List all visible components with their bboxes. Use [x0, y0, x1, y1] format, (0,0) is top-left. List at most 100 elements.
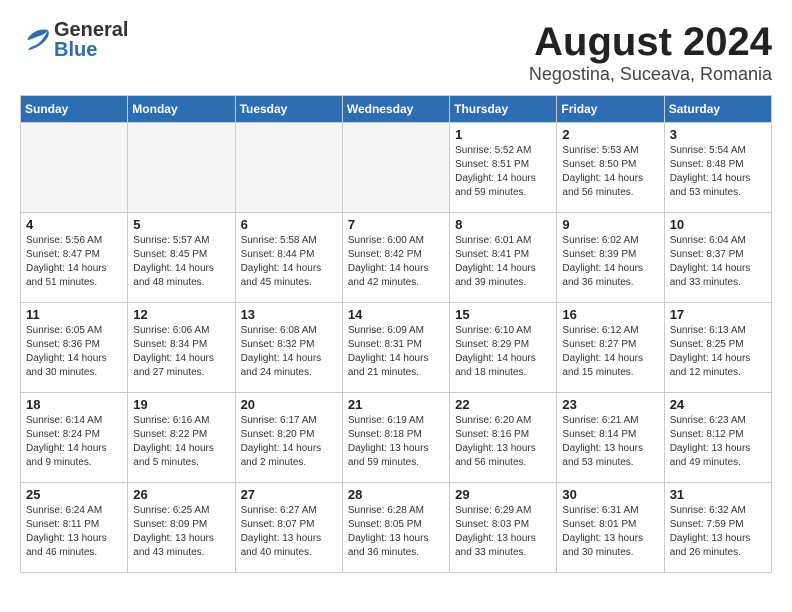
logo-blue: Blue: [54, 40, 128, 60]
calendar-cell: 17 Sunrise: 6:13 AMSunset: 8:25 PMDayligh…: [664, 303, 771, 393]
calendar-cell: 10 Sunrise: 6:04 AMSunset: 8:37 PMDayligh…: [664, 213, 771, 303]
weekday-header-tuesday: Tuesday: [235, 96, 342, 123]
day-info: Sunrise: 6:24 AMSunset: 8:11 PMDaylight:…: [26, 504, 122, 560]
calendar-cell: 19Sunrise: 6:16 AMSunset: 8:22 PMDayligh…: [128, 393, 235, 483]
calendar-cell: 30 Sunrise: 6:31 AMSunset: 8:01 PMDayligh…: [557, 483, 664, 573]
week-row-1: 1 Sunrise: 5:52 AMSunset: 8:51 PMDaylight…: [21, 123, 772, 213]
day-number: 21: [348, 397, 444, 412]
day-number: 31: [670, 487, 766, 502]
week-row-2: 4Sunrise: 5:56 AMSunset: 8:47 PMDaylight…: [21, 213, 772, 303]
day-number: 14: [348, 307, 444, 322]
day-info: Sunrise: 6:25 AMSunset: 8:09 PMDaylight:…: [133, 504, 229, 560]
day-number: 7: [348, 217, 444, 232]
day-number: 15: [455, 307, 551, 322]
day-number: 12: [133, 307, 229, 322]
weekday-header-friday: Friday: [557, 96, 664, 123]
day-info: Sunrise: 6:12 AMSunset: 8:27 PMDaylight:…: [562, 324, 658, 380]
day-number: 22: [455, 397, 551, 412]
day-number: 1: [455, 127, 551, 142]
day-number: 9: [562, 217, 658, 232]
day-info: Sunrise: 6:01 AMSunset: 8:41 PMDaylight:…: [455, 234, 551, 290]
day-info: Sunrise: 6:06 AMSunset: 8:34 PMDaylight:…: [133, 324, 229, 380]
calendar-cell: 5 Sunrise: 5:57 AMSunset: 8:45 PMDaylight…: [128, 213, 235, 303]
month-year-title: August 2024: [529, 20, 772, 64]
weekday-header-saturday: Saturday: [664, 96, 771, 123]
calendar-cell: 6Sunrise: 5:58 AMSunset: 8:44 PMDaylight…: [235, 213, 342, 303]
logo-bird-icon: [20, 28, 52, 52]
calendar-cell: 14 Sunrise: 6:09 AMSunset: 8:31 PMDayligh…: [342, 303, 449, 393]
weekday-header-thursday: Thursday: [450, 96, 557, 123]
calendar-cell: 31 Sunrise: 6:32 AMSunset: 7:59 PMDayligh…: [664, 483, 771, 573]
day-number: 10: [670, 217, 766, 232]
weekday-header-row: SundayMondayTuesdayWednesdayThursdayFrid…: [21, 96, 772, 123]
day-info: Sunrise: 6:20 AMSunset: 8:16 PMDaylight:…: [455, 414, 551, 470]
calendar-cell: 21Sunrise: 6:19 AMSunset: 8:18 PMDayligh…: [342, 393, 449, 483]
logo-general: General: [54, 20, 128, 40]
day-number: 23: [562, 397, 658, 412]
weekday-header-monday: Monday: [128, 96, 235, 123]
calendar-cell: 24 Sunrise: 6:23 AMSunset: 8:12 PMDayligh…: [664, 393, 771, 483]
day-number: 17: [670, 307, 766, 322]
logo: General Blue: [20, 20, 128, 60]
day-info: Sunrise: 5:52 AMSunset: 8:51 PMDaylight:…: [455, 144, 551, 200]
weekday-header-wednesday: Wednesday: [342, 96, 449, 123]
day-number: 24: [670, 397, 766, 412]
day-info: Sunrise: 6:02 AMSunset: 8:39 PMDaylight:…: [562, 234, 658, 290]
day-number: 25: [26, 487, 122, 502]
title-section: August 2024 Negostina, Suceava, Romania: [529, 20, 772, 85]
day-info: Sunrise: 6:27 AMSunset: 8:07 PMDaylight:…: [241, 504, 337, 560]
calendar-cell: 11Sunrise: 6:05 AMSunset: 8:36 PMDayligh…: [21, 303, 128, 393]
calendar-cell: 2 Sunrise: 5:53 AMSunset: 8:50 PMDaylight…: [557, 123, 664, 213]
day-info: Sunrise: 6:31 AMSunset: 8:01 PMDaylight:…: [562, 504, 658, 560]
weekday-header-sunday: Sunday: [21, 96, 128, 123]
day-info: Sunrise: 6:21 AMSunset: 8:14 PMDaylight:…: [562, 414, 658, 470]
day-number: 18: [26, 397, 122, 412]
calendar-cell: 29 Sunrise: 6:29 AMSunset: 8:03 PMDayligh…: [450, 483, 557, 573]
day-info: Sunrise: 5:58 AMSunset: 8:44 PMDaylight:…: [241, 234, 337, 290]
calendar-cell: 8 Sunrise: 6:01 AMSunset: 8:41 PMDaylight…: [450, 213, 557, 303]
day-info: Sunrise: 6:08 AMSunset: 8:32 PMDaylight:…: [241, 324, 337, 380]
calendar-cell: 4Sunrise: 5:56 AMSunset: 8:47 PMDaylight…: [21, 213, 128, 303]
day-info: Sunrise: 5:57 AMSunset: 8:45 PMDaylight:…: [133, 234, 229, 290]
calendar-cell: 16Sunrise: 6:12 AMSunset: 8:27 PMDayligh…: [557, 303, 664, 393]
day-info: Sunrise: 5:53 AMSunset: 8:50 PMDaylight:…: [562, 144, 658, 200]
calendar-cell: 23 Sunrise: 6:21 AMSunset: 8:14 PMDayligh…: [557, 393, 664, 483]
day-info: Sunrise: 6:23 AMSunset: 8:12 PMDaylight:…: [670, 414, 766, 470]
calendar-cell: 26 Sunrise: 6:25 AMSunset: 8:09 PMDayligh…: [128, 483, 235, 573]
day-info: Sunrise: 6:09 AMSunset: 8:31 PMDaylight:…: [348, 324, 444, 380]
calendar-cell: [21, 123, 128, 213]
day-number: 11: [26, 307, 122, 322]
day-number: 29: [455, 487, 551, 502]
calendar-cell: 20Sunrise: 6:17 AMSunset: 8:20 PMDayligh…: [235, 393, 342, 483]
day-number: 8: [455, 217, 551, 232]
calendar-cell: 27Sunrise: 6:27 AMSunset: 8:07 PMDayligh…: [235, 483, 342, 573]
day-number: 30: [562, 487, 658, 502]
day-number: 26: [133, 487, 229, 502]
calendar-cell: [342, 123, 449, 213]
day-number: 28: [348, 487, 444, 502]
day-info: Sunrise: 6:32 AMSunset: 7:59 PMDaylight:…: [670, 504, 766, 560]
calendar-cell: 9 Sunrise: 6:02 AMSunset: 8:39 PMDaylight…: [557, 213, 664, 303]
location-subtitle: Negostina, Suceava, Romania: [529, 64, 772, 85]
day-info: Sunrise: 6:14 AMSunset: 8:24 PMDaylight:…: [26, 414, 122, 470]
calendar-cell: 25 Sunrise: 6:24 AMSunset: 8:11 PMDayligh…: [21, 483, 128, 573]
week-row-4: 18 Sunrise: 6:14 AMSunset: 8:24 PMDayligh…: [21, 393, 772, 483]
day-info: Sunrise: 6:28 AMSunset: 8:05 PMDaylight:…: [348, 504, 444, 560]
week-row-5: 25 Sunrise: 6:24 AMSunset: 8:11 PMDayligh…: [21, 483, 772, 573]
day-info: Sunrise: 5:56 AMSunset: 8:47 PMDaylight:…: [26, 234, 122, 290]
day-info: Sunrise: 6:17 AMSunset: 8:20 PMDaylight:…: [241, 414, 337, 470]
day-info: Sunrise: 5:54 AMSunset: 8:48 PMDaylight:…: [670, 144, 766, 200]
day-number: 3: [670, 127, 766, 142]
calendar-cell: 28 Sunrise: 6:28 AMSunset: 8:05 PMDayligh…: [342, 483, 449, 573]
day-info: Sunrise: 6:29 AMSunset: 8:03 PMDaylight:…: [455, 504, 551, 560]
day-info: Sunrise: 6:00 AMSunset: 8:42 PMDaylight:…: [348, 234, 444, 290]
calendar-cell: 3 Sunrise: 5:54 AMSunset: 8:48 PMDaylight…: [664, 123, 771, 213]
day-info: Sunrise: 6:10 AMSunset: 8:29 PMDaylight:…: [455, 324, 551, 380]
day-number: 13: [241, 307, 337, 322]
day-info: Sunrise: 6:13 AMSunset: 8:25 PMDaylight:…: [670, 324, 766, 380]
day-info: Sunrise: 6:04 AMSunset: 8:37 PMDaylight:…: [670, 234, 766, 290]
calendar-cell: 18 Sunrise: 6:14 AMSunset: 8:24 PMDayligh…: [21, 393, 128, 483]
day-number: 5: [133, 217, 229, 232]
day-number: 2: [562, 127, 658, 142]
calendar-cell: [128, 123, 235, 213]
